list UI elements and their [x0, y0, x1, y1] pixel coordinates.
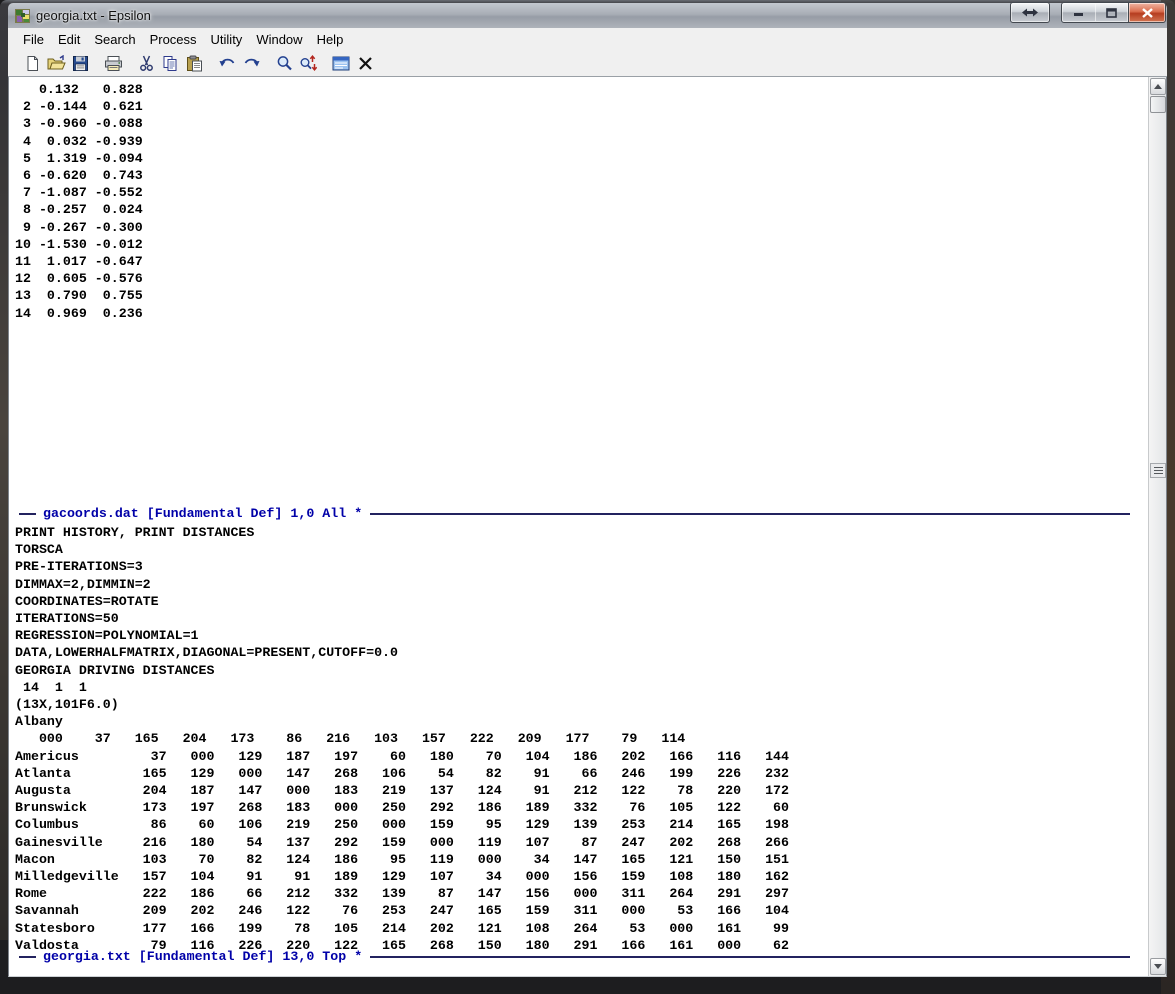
buffer-window-icon [332, 56, 350, 71]
epsilon-app-icon [15, 8, 31, 24]
print-icon [104, 55, 123, 72]
bottom-buffer-text[interactable]: PRINT HISTORY, PRINT DISTANCES TORSCA PR… [15, 524, 789, 954]
new-file-icon [24, 55, 41, 72]
paste-icon [186, 55, 203, 72]
editor-client-area: 0.132 0.828 2 -0.144 0.621 3 -0.960 -0.0… [8, 77, 1167, 977]
redo-button[interactable] [239, 51, 263, 75]
menu-bar: FileEditSearchProcessUtilityWindowHelp [8, 28, 1167, 50]
modeline-rule [370, 513, 1130, 515]
window-frame-left [0, 80, 8, 940]
top-buffer-text[interactable]: 0.132 0.828 2 -0.144 0.621 3 -0.960 -0.0… [15, 81, 143, 322]
print-button[interactable] [101, 51, 125, 75]
menu-item-process[interactable]: Process [143, 30, 204, 49]
paste-button[interactable] [182, 51, 206, 75]
close-icon [1142, 8, 1153, 18]
toolbar [8, 50, 1167, 77]
redo-icon [242, 57, 261, 69]
menu-item-file[interactable]: File [16, 30, 51, 49]
arrow-up-icon [1154, 84, 1162, 89]
window-title: georgia.txt - Epsilon [36, 8, 151, 23]
open-file-button[interactable] [44, 51, 68, 75]
minimize-button[interactable] [1061, 2, 1097, 23]
modeline-dash [19, 956, 36, 958]
undo-button[interactable] [215, 51, 239, 75]
bottom-modeline: georgia.txt [Fundamental Def] 13,0 Top * [13, 948, 1130, 965]
epsilon-window: georgia.txt - Epsilon FileEditSearchProc… [0, 0, 1175, 994]
search-icon [276, 55, 293, 72]
cut-button[interactable] [134, 51, 158, 75]
menu-item-search[interactable]: Search [87, 30, 142, 49]
cut-icon [139, 55, 154, 72]
open-file-icon [47, 55, 66, 72]
vertical-scrollbar[interactable] [1148, 77, 1166, 976]
menu-item-help[interactable]: Help [310, 30, 351, 49]
maximize-button[interactable] [1095, 2, 1128, 23]
double-arrow-icon [1022, 8, 1038, 17]
title-bar[interactable]: georgia.txt - Epsilon [8, 3, 1167, 28]
find-button[interactable] [272, 51, 296, 75]
maximize-icon [1106, 8, 1117, 18]
bottom-modeline-text: georgia.txt [Fundamental Def] 13,0 Top * [43, 949, 362, 964]
new-file-button[interactable] [20, 51, 44, 75]
search-replace-icon [299, 55, 317, 72]
arrow-down-icon [1154, 964, 1162, 969]
scroll-up-button[interactable] [1150, 78, 1166, 95]
menu-item-edit[interactable]: Edit [51, 30, 87, 49]
x-icon [358, 56, 373, 71]
menu-item-utility[interactable]: Utility [204, 30, 250, 49]
find-replace-button[interactable] [296, 51, 320, 75]
menu-item-window[interactable]: Window [249, 30, 309, 49]
scrollbar-thumb[interactable] [1150, 96, 1166, 113]
top-modeline: gacoords.dat [Fundamental Def] 1,0 All * [13, 505, 1130, 522]
modeline-rule [370, 956, 1130, 958]
top-modeline-text: gacoords.dat [Fundamental Def] 1,0 All * [43, 506, 362, 521]
minimize-icon [1074, 8, 1084, 17]
window-split-grip[interactable] [1150, 463, 1166, 478]
copy-button[interactable] [158, 51, 182, 75]
copy-icon [162, 55, 179, 72]
delete-button[interactable] [353, 51, 377, 75]
save-file-icon [72, 55, 89, 72]
swap-windows-button[interactable] [1010, 2, 1050, 23]
save-file-button[interactable] [68, 51, 92, 75]
undo-icon [218, 57, 237, 69]
modeline-dash [19, 513, 36, 515]
buffer-window-button[interactable] [329, 51, 353, 75]
close-button[interactable] [1128, 2, 1166, 23]
scroll-down-button[interactable] [1150, 958, 1166, 975]
